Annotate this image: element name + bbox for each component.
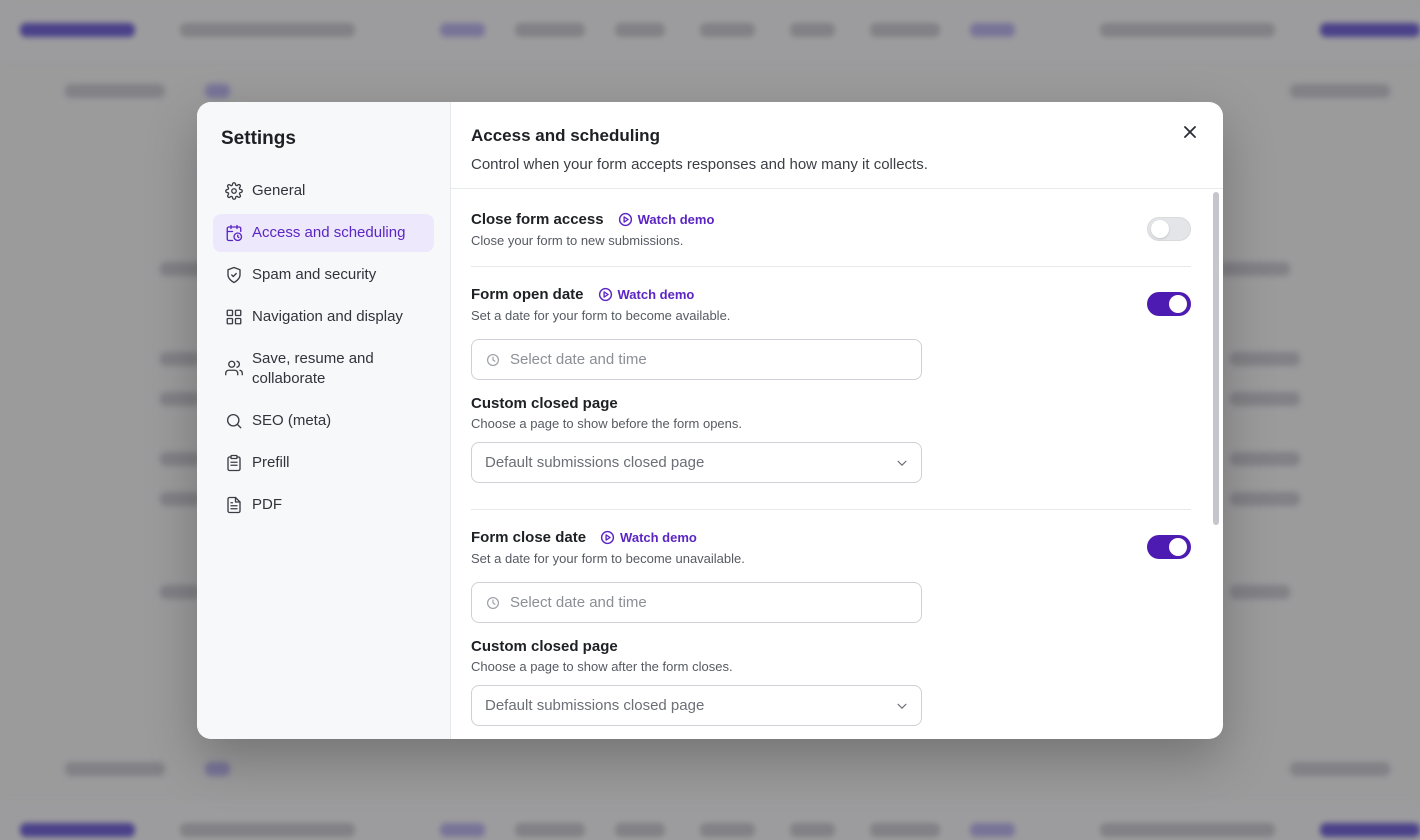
open-date-picker[interactable]: Select date and time [471,339,922,380]
form-close-date-toggle[interactable] [1147,535,1191,559]
sidebar-item-label: Spam and security [252,266,377,283]
panel-subtitle: Control when your form accepts responses… [471,156,928,173]
form-close-date-title: Form close date [471,529,587,546]
open-custom-closed-page-label: Custom closed page [471,395,618,412]
close-form-access-section: Close form access Watch demo Close your … [471,189,1191,267]
sidebar-item-label: Prefill [252,454,290,471]
form-close-date-section: Form close date Watch demo Set a date fo… [471,510,1191,726]
form-open-date-section: Form open date Watch demo Set a date for… [471,267,1191,510]
search-icon [225,412,243,430]
sidebar-item-save-resume-collaborate[interactable]: Save, resume and collaborate [213,340,434,398]
sidebar-item-navigation-and-display[interactable]: Navigation and display [213,298,434,336]
close-icon [1184,126,1196,138]
clock-icon [487,596,499,609]
close-form-access-toggle[interactable] [1147,217,1191,241]
grid-icon [225,308,243,326]
open-date-placeholder: Select date and time [510,351,647,368]
close-form-access-desc: Close your form to new submissions. [471,233,684,248]
close-closed-page-select[interactable]: Default submissions closed page [471,685,922,726]
document-icon [225,496,243,514]
sidebar-item-label: SEO (meta) [252,412,332,429]
watch-demo-label: Watch demo [637,212,715,227]
form-close-date-desc: Set a date for your form to become unava… [471,551,745,566]
close-button[interactable] [1179,121,1201,143]
close-closed-page-value: Default submissions closed page [485,697,705,714]
open-closed-page-value: Default submissions closed page [485,454,705,471]
close-custom-closed-page-label: Custom closed page [471,638,618,655]
shield-icon [225,266,243,284]
sidebar-title: Settings [221,128,296,149]
watch-demo-link[interactable]: Watch demo [600,530,697,545]
watch-demo-label: Watch demo [620,530,697,545]
form-open-date-title: Form open date [471,286,584,303]
sidebar-item-label: General [252,182,306,199]
sidebar-item-general[interactable]: General [213,172,434,210]
close-custom-closed-page-desc: Choose a page to show after the form clo… [471,659,733,674]
panel-title: Access and scheduling [471,126,660,145]
form-open-date-toggle[interactable] [1147,292,1191,316]
sidebar-item-label: PDF [252,496,282,513]
content-scrollbar[interactable] [1213,192,1219,525]
watch-demo-link[interactable]: Watch demo [618,212,715,227]
sidebar-item-label: Navigation and display [252,308,403,325]
chevron-down-icon [897,703,907,709]
close-form-access-title: Close form access [471,211,604,228]
sidebar-item-prefill[interactable]: Prefill [213,444,434,482]
clipboard-icon [225,454,243,472]
panel-header: Access and scheduling Control when your … [451,102,1223,189]
close-date-placeholder: Select date and time [510,594,647,611]
settings-panel: Access and scheduling Control when your … [451,102,1223,739]
open-closed-page-select[interactable]: Default submissions closed page [471,442,922,483]
form-open-date-desc: Set a date for your form to become avail… [471,308,731,323]
play-circle-icon [600,530,615,545]
users-icon [225,351,243,376]
sidebar-item-pdf[interactable]: PDF [213,486,434,524]
watch-demo-label: Watch demo [617,287,695,302]
open-custom-closed-page-desc: Choose a page to show before the form op… [471,416,743,431]
close-date-picker[interactable]: Select date and time [471,582,922,623]
clock-icon [487,353,499,366]
chevron-down-icon [897,460,907,466]
panel-content[interactable]: Close form access Watch demo Close your … [451,189,1223,739]
sidebar-item-label: Access and scheduling [252,224,406,241]
sidebar-item-label: Save, resume and collaborate [252,350,374,387]
play-circle-icon [618,212,632,227]
watch-demo-link[interactable]: Watch demo [598,287,695,302]
settings-sidebar: Settings General Access and scheduling S… [197,102,451,739]
sidebar-item-seo-meta[interactable]: SEO (meta) [213,402,434,440]
gear-icon [225,182,243,200]
play-circle-icon [598,287,612,302]
sidebar-item-spam-and-security[interactable]: Spam and security [213,256,434,294]
settings-modal: Settings General Access and scheduling S… [197,102,1223,739]
sidebar-item-access-and-scheduling[interactable]: Access and scheduling [213,214,434,252]
calendar-clock-icon [225,224,243,242]
